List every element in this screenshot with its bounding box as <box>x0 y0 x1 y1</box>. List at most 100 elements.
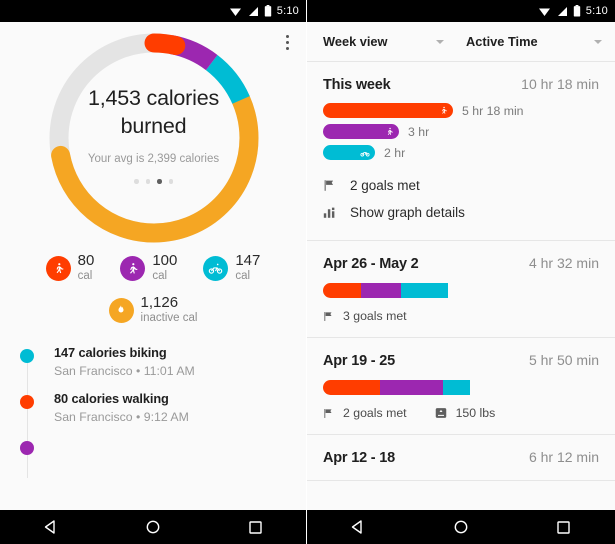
segment-walking <box>323 283 361 298</box>
flag-icon <box>324 180 334 191</box>
chevron-down-icon <box>436 39 444 44</box>
back-icon[interactable] <box>29 510 73 544</box>
feed-dot-walking <box>20 395 34 410</box>
segmented-bar <box>323 283 599 298</box>
activity-feed: 147 calories biking San Francisco • 11:0… <box>0 345 306 479</box>
bar-value: 5 hr 18 min <box>462 103 524 118</box>
home-icon[interactable] <box>131 510 175 544</box>
card-header: Apr 12 - 18 6 hr 12 min <box>323 449 599 466</box>
stat-value: 1,126 <box>140 294 179 312</box>
goals-met-meta: 3 goals met <box>323 309 407 323</box>
weight-label: 150 lbs <box>455 406 496 420</box>
bar-row-biking: 2 hr <box>323 145 599 160</box>
dual-screenshot: 5:10 1,453 calories burned Your avg is 2… <box>0 0 615 544</box>
flame-icon <box>108 297 134 323</box>
home-icon[interactable] <box>439 510 483 544</box>
segment-running <box>361 283 401 298</box>
card-date: This week <box>323 77 391 93</box>
stat-walking[interactable]: 80 cal <box>45 253 94 283</box>
active-time-dropdown[interactable]: Active Time <box>457 34 615 49</box>
stat-biking[interactable]: 147 cal <box>203 253 260 283</box>
active-time-label: Active Time <box>466 34 538 49</box>
list-item-partial[interactable] <box>0 437 306 468</box>
show-graph-details-row[interactable]: Show graph details <box>323 199 599 226</box>
card-total: 4 hr 32 min <box>528 255 599 271</box>
calorie-ring-chart[interactable]: 1,453 calories burned Your avg is 2,399 … <box>0 22 306 247</box>
goals-met-meta: 2 goals met <box>323 406 407 420</box>
inactive-stats-row: 1,126 inactive cal <box>0 295 306 325</box>
feed-dot-running <box>20 441 34 456</box>
week-card-apr12[interactable]: Apr 12 - 18 6 hr 12 min <box>307 435 615 481</box>
stat-unit: cal <box>152 269 168 282</box>
goals-met-row[interactable]: 2 goals met <box>323 172 599 199</box>
stat-value: 147 <box>235 252 261 269</box>
card-date: Apr 19 - 25 <box>323 353 395 369</box>
bar-value: 3 hr <box>408 124 430 139</box>
stat-unit: inactive cal <box>140 311 198 324</box>
feed-item-title: 147 calories biking <box>54 345 167 361</box>
segment-walking <box>323 380 380 395</box>
card-header: This week 10 hr 18 min <box>323 76 599 93</box>
android-nav-bar <box>0 510 306 544</box>
goals-met-label: 2 goals met <box>343 406 407 420</box>
card-total: 5 hr 50 min <box>528 352 599 368</box>
stat-unit: cal <box>235 269 251 282</box>
signal-icon <box>248 6 258 16</box>
week-card-current[interactable]: This week 10 hr 18 min 5 hr 18 min 3 hr <box>307 62 615 241</box>
status-bar: 5:10 <box>307 0 615 22</box>
bar-row-walking: 5 hr 18 min <box>323 103 599 118</box>
segment-running <box>380 380 443 395</box>
recents-icon[interactable] <box>542 510 586 544</box>
show-graph-details-label: Show graph details <box>350 205 465 220</box>
list-item[interactable]: 147 calories biking San Francisco • 11:0… <box>0 345 306 391</box>
back-icon[interactable] <box>336 510 380 544</box>
bar-biking <box>323 145 375 160</box>
segment-biking <box>443 380 470 395</box>
card-meta: 3 goals met <box>323 309 599 323</box>
card-date: Apr 26 - May 2 <box>323 256 419 272</box>
flag-icon <box>324 408 332 418</box>
card-header: Apr 26 - May 2 4 hr 32 min <box>323 255 599 272</box>
goals-met-label: 2 goals met <box>350 178 420 193</box>
card-total: 6 hr 12 min <box>528 449 599 465</box>
goals-met-label: 3 goals met <box>343 309 407 323</box>
walking-icon <box>45 255 71 281</box>
card-date: Apr 12 - 18 <box>323 450 395 466</box>
stat-value: 100 <box>152 252 178 269</box>
week-view-label: Week view <box>323 34 388 49</box>
biking-icon <box>203 255 229 281</box>
running-icon <box>387 127 393 136</box>
running-icon <box>120 255 146 281</box>
signal-icon <box>557 6 567 16</box>
segment-biking <box>401 283 448 298</box>
status-bar: 5:10 <box>0 0 306 22</box>
card-total: 10 hr 18 min <box>521 76 599 92</box>
bar-value: 2 hr <box>384 145 406 160</box>
week-card-apr19[interactable]: Apr 19 - 25 5 hr 50 min 2 goals met 150 … <box>307 338 615 435</box>
biking-icon <box>360 151 370 157</box>
activity-bars: 5 hr 18 min 3 hr 2 hr <box>323 103 599 160</box>
left-phone-screen: 5:10 1,453 calories burned Your avg is 2… <box>0 0 307 544</box>
list-item[interactable]: 80 calories walking San Francisco • 9:12… <box>0 391 306 437</box>
android-nav-bar <box>307 510 615 544</box>
status-bar-clock: 5:10 <box>585 5 608 17</box>
status-bar-clock: 5:10 <box>276 5 299 17</box>
walking-icon <box>442 106 447 114</box>
bar-walking <box>323 103 453 118</box>
week-view-dropdown[interactable]: Week view <box>307 34 457 49</box>
battery-icon <box>264 5 271 17</box>
recents-icon[interactable] <box>233 510 277 544</box>
ring-svg <box>49 33 258 243</box>
card-header: Apr 19 - 25 5 hr 50 min <box>323 352 599 369</box>
chevron-down-icon <box>594 39 602 44</box>
flag-icon <box>324 311 332 321</box>
stat-running[interactable]: 100 cal <box>120 253 177 283</box>
segmented-bar <box>323 380 599 395</box>
stat-inactive[interactable]: 1,126 inactive cal <box>108 294 198 325</box>
calorie-stats-row: 80 cal 100 cal 147 cal <box>0 253 306 283</box>
wifi-icon <box>229 8 241 16</box>
scale-icon <box>435 408 446 418</box>
bar-running <box>323 124 399 139</box>
card-meta: 2 goals met 150 lbs <box>323 406 599 420</box>
week-card-apr26[interactable]: Apr 26 - May 2 4 hr 32 min 3 goals met <box>307 241 615 338</box>
